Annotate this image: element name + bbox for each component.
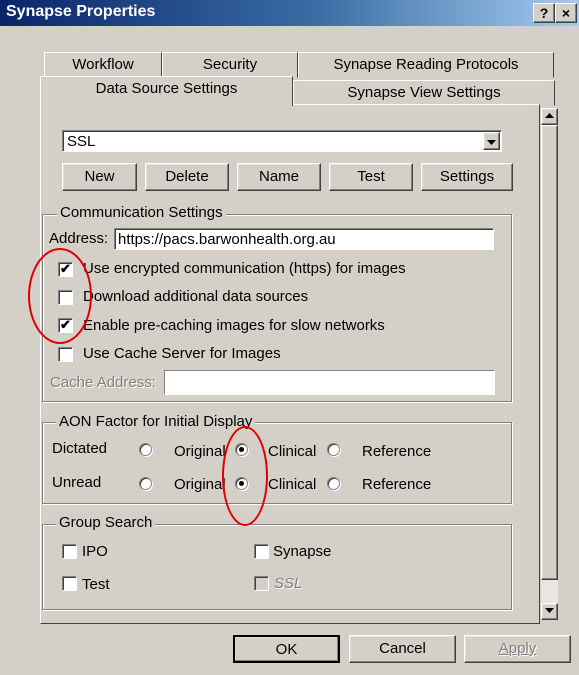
address-label: Address: bbox=[49, 230, 109, 247]
name-button[interactable]: Name bbox=[237, 163, 321, 191]
communication-settings-legend: Communication Settings bbox=[57, 204, 226, 221]
apply-button[interactable]: Apply bbox=[464, 635, 571, 663]
label-dictated-reference: Reference bbox=[362, 443, 432, 460]
help-button[interactable]: ? bbox=[533, 3, 555, 23]
delete-button[interactable]: Delete bbox=[145, 163, 229, 191]
tab-synapse-reading-protocols[interactable]: Synapse Reading Protocols bbox=[298, 52, 554, 78]
arrow-down-icon bbox=[545, 608, 554, 613]
close-button[interactable]: × bbox=[555, 3, 577, 23]
aon-row-unread: Unread bbox=[52, 474, 102, 491]
address-value: https://pacs.barwonhealth.org.au bbox=[118, 231, 336, 248]
arrow-up-icon bbox=[545, 113, 554, 118]
label-download-additional: Download additional data sources bbox=[83, 288, 309, 305]
chevron-down-icon bbox=[487, 140, 496, 145]
window-title: Synapse Properties bbox=[6, 3, 156, 20]
annotation-circle-clinical bbox=[222, 426, 268, 526]
label-synapse: Synapse bbox=[273, 543, 332, 560]
ok-button[interactable]: OK bbox=[233, 635, 340, 663]
title-bar: Synapse Properties ? × bbox=[0, 0, 579, 26]
tab-synapse-view-settings[interactable]: Synapse View Settings bbox=[293, 80, 555, 106]
tab-security[interactable]: Security bbox=[162, 52, 298, 78]
dropdown-button[interactable] bbox=[483, 132, 500, 150]
label-unread-clinical: Clinical bbox=[268, 476, 317, 493]
radio-dictated-reference[interactable] bbox=[327, 443, 340, 456]
test-button[interactable]: Test bbox=[329, 163, 413, 191]
aon-row-dictated: Dictated bbox=[52, 440, 108, 457]
label-unread-reference: Reference bbox=[362, 476, 432, 493]
new-button[interactable]: New bbox=[62, 163, 137, 191]
checkbox-ssl[interactable] bbox=[254, 576, 269, 591]
label-ipo: IPO bbox=[82, 543, 108, 560]
radio-dictated-original[interactable] bbox=[139, 443, 152, 456]
annotation-circle-checkboxes bbox=[28, 248, 92, 344]
datasource-select[interactable]: SSL bbox=[62, 130, 502, 152]
cache-address-label: Cache Address: bbox=[50, 374, 156, 391]
label-test: Test bbox=[82, 576, 110, 593]
tab-data-source-settings[interactable]: Data Source Settings bbox=[40, 76, 293, 106]
group-search-legend: Group Search bbox=[56, 514, 156, 531]
label-unread-original: Original bbox=[174, 476, 226, 493]
label-ssl: SSL bbox=[274, 575, 303, 592]
cancel-button[interactable]: Cancel bbox=[349, 635, 456, 663]
label-precaching: Enable pre-caching images for slow netwo… bbox=[83, 317, 385, 334]
vertical-scrollbar[interactable] bbox=[541, 108, 558, 620]
datasource-selected-value: SSL bbox=[67, 133, 96, 150]
radio-unread-original[interactable] bbox=[139, 477, 152, 490]
group-search-group bbox=[42, 524, 512, 610]
address-field[interactable]: https://pacs.barwonhealth.org.au bbox=[114, 228, 494, 250]
checkbox-ipo[interactable] bbox=[62, 544, 77, 559]
scroll-thumb[interactable] bbox=[541, 125, 558, 580]
label-encrypted: Use encrypted communication (https) for … bbox=[83, 260, 406, 277]
cache-address-field[interactable] bbox=[164, 370, 495, 395]
label-cache-server: Use Cache Server for Images bbox=[83, 345, 281, 362]
checkbox-test[interactable] bbox=[62, 576, 77, 591]
tab-workflow[interactable]: Workflow bbox=[44, 52, 162, 78]
scroll-up-button[interactable] bbox=[541, 108, 558, 125]
checkbox-synapse[interactable] bbox=[254, 544, 269, 559]
radio-unread-reference[interactable] bbox=[327, 477, 340, 490]
label-dictated-original: Original bbox=[174, 443, 226, 460]
label-dictated-clinical: Clinical bbox=[268, 443, 317, 460]
settings-button[interactable]: Settings bbox=[421, 163, 513, 191]
checkbox-cache-server[interactable] bbox=[58, 347, 73, 362]
scroll-down-button[interactable] bbox=[541, 603, 558, 620]
aon-factor-legend: AON Factor for Initial Display bbox=[56, 413, 256, 430]
